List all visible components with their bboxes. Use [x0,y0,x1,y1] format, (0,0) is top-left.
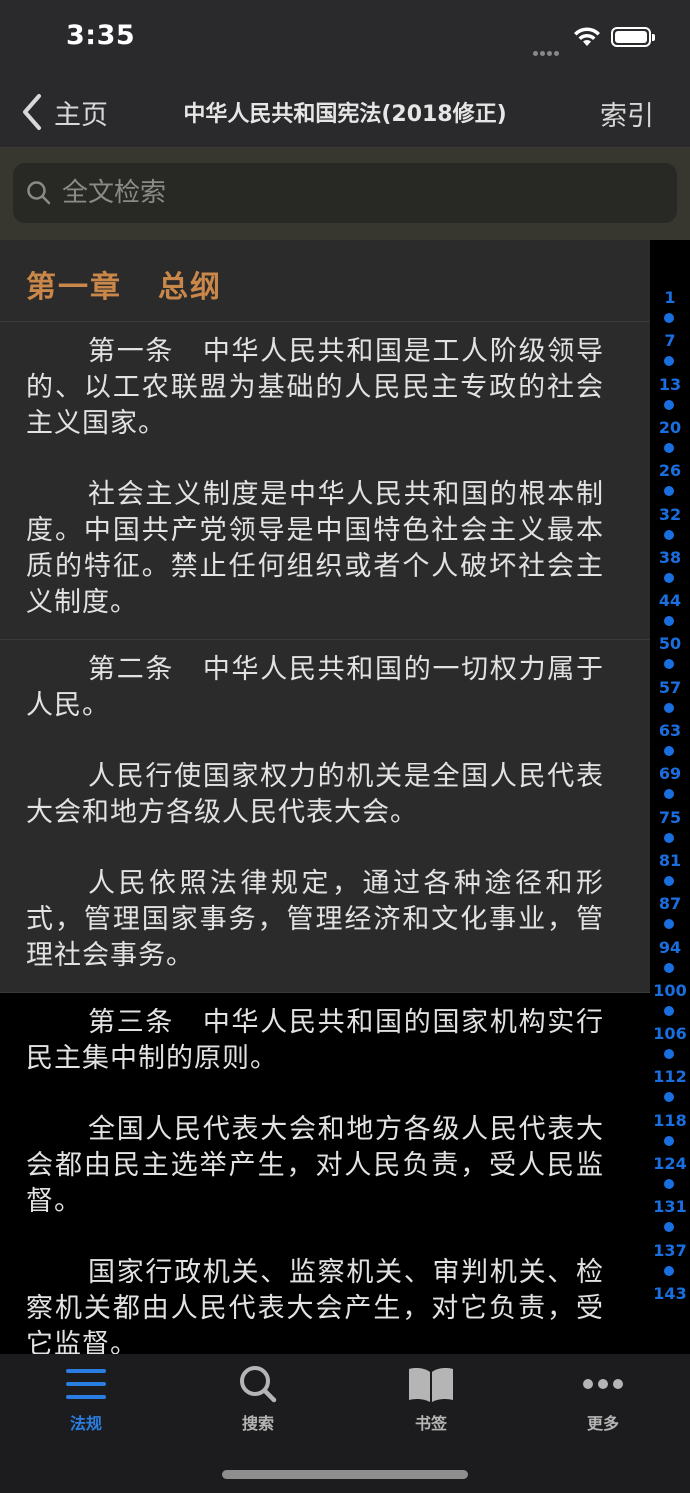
index-dot [664,616,674,627]
index-number[interactable]: 7 [650,331,690,350]
index-dot [664,1092,674,1103]
tab-search[interactable]: 搜索 [198,1364,318,1434]
index-dot [664,832,674,843]
index-number[interactable]: 26 [650,461,690,480]
index-number[interactable]: 143 [650,1284,690,1303]
index-dot [664,356,674,367]
index-button[interactable]: 索引 [600,94,654,133]
cellular-signal-icon [533,41,565,56]
index-number[interactable]: 63 [650,721,690,740]
back-button[interactable]: 主页 [18,90,108,134]
article-3[interactable]: 第三条 中华人民共和国的国家机构实行民主集中制的原则。 全国人民代表大会和地方各… [0,993,650,1354]
back-label: 主页 [54,99,108,131]
article-2[interactable]: 第二条 中华人民共和国的一切权力属于人民。 人民行使国家权力的机关是全国人民代表… [0,640,650,993]
index-number[interactable]: 124 [650,1154,690,1173]
index-dot [664,789,674,800]
paragraph: 人民依照法律规定，通过各种途径和形式，管理国家事务，管理经济和文化事业，管理社会… [26,868,604,971]
index-number[interactable]: 81 [650,851,690,870]
paragraph: 第一条 中华人民共和国是工人阶级领导的、以工农联盟为基础的人民民主专政的社会主义… [26,336,604,439]
search-icon [240,1366,277,1403]
index-dot [664,702,674,713]
navigation-bar: 主页 中华人民共和国宪法(2018修正) 索引 [0,76,690,148]
search-bar[interactable] [13,163,677,223]
index-number[interactable]: 50 [650,634,690,653]
index-dot [664,1135,674,1146]
wifi-icon [574,27,600,46]
index-number[interactable]: 1 [650,288,690,307]
page-title: 中华人民共和国宪法(2018修正) [183,102,507,127]
tab-more-label: 更多 [586,1414,619,1433]
index-dot [664,313,674,323]
index-dot [664,746,674,756]
index-number[interactable]: 57 [650,678,690,697]
chapter-title: 总纲 [158,270,222,305]
status-bar: 3:35 [0,0,690,76]
search-icon [27,181,51,205]
index-number[interactable]: 44 [650,591,690,610]
index-dot [664,1265,674,1276]
home-indicator [222,1470,468,1479]
status-time: 3:35 [66,20,136,51]
paragraph: 人民行使国家权力的机关是全国人民代表大会和地方各级人民代表大会。 [26,761,604,828]
index-number[interactable]: 20 [650,418,690,437]
tab-search-label: 搜索 [241,1414,274,1433]
chevron-left-icon [23,94,41,130]
paragraph: 第二条 中华人民共和国的一切权力属于人民。 [26,654,604,721]
law-content[interactable]: 第一章 总纲 第一条 中华人民共和国是工人阶级领导的、以工农联盟为基础的人民民主专… [0,240,650,1354]
paragraph: 第三条 中华人民共和国的国家机构实行民主集中制的原则。 [26,1007,604,1074]
chapter-number: 第一章 [26,270,122,305]
chapter-header: 第一章 总纲 [0,240,650,322]
list-icon [66,1369,106,1399]
index-dot [664,1179,674,1189]
index-dot [664,399,674,410]
index-dot [664,442,674,453]
index-dot [664,572,674,583]
index-number[interactable]: 32 [650,505,690,524]
article-1[interactable]: 第一条 中华人民共和国是工人阶级领导的、以工农联盟为基础的人民民主专政的社会主义… [0,322,650,640]
index-dot [664,962,674,973]
index-dot [664,1005,674,1016]
paragraph: 全国人民代表大会和地方各级人民代表大会都由民主选举产生，对人民负责，受人民监督。 [26,1114,604,1217]
search-input[interactable] [62,178,642,208]
index-dot [664,1222,674,1233]
paragraph: 国家行政机关、监察机关、审判机关、检察机关都由人民代表大会产生，对它负责，受它监… [26,1257,604,1354]
index-dot [664,529,674,540]
article-index-scrubber[interactable]: 1 7 13 20 26 32 38 44 50 57 63 69 75 81 87 94 100 106 112 1… [650,240,690,1354]
paragraph: 社会主义制度是中华人民共和国的根本制度。中国共产党领导是中国特色社会主义最本质的… [26,479,604,618]
tab-more[interactable]: 更多 [543,1364,663,1434]
index-number[interactable]: 87 [650,894,690,913]
index-dot [664,919,674,930]
index-number[interactable]: 94 [650,938,690,957]
battery-icon [611,27,655,47]
index-dot [664,1049,674,1060]
index-number[interactable]: 131 [650,1197,690,1216]
search-area [0,148,690,240]
index-number[interactable]: 13 [650,375,690,394]
tab-bookmarks-label: 书签 [414,1414,447,1433]
tab-bookmarks[interactable]: 书签 [371,1364,491,1434]
index-number[interactable]: 137 [650,1241,690,1260]
book-icon [409,1368,453,1402]
index-dot [664,875,674,886]
index-number[interactable]: 100 [650,981,690,1000]
more-icon [583,1379,623,1389]
index-number[interactable]: 118 [650,1111,690,1130]
index-number[interactable]: 75 [650,808,690,827]
index-number[interactable]: 106 [650,1024,690,1043]
index-dot [664,486,674,497]
tab-laws[interactable]: 法规 [26,1364,146,1434]
index-number[interactable]: 38 [650,548,690,567]
index-number[interactable]: 69 [650,764,690,783]
tab-laws-label: 法规 [69,1414,102,1433]
index-number[interactable]: 112 [650,1067,690,1086]
index-dot [664,659,674,670]
